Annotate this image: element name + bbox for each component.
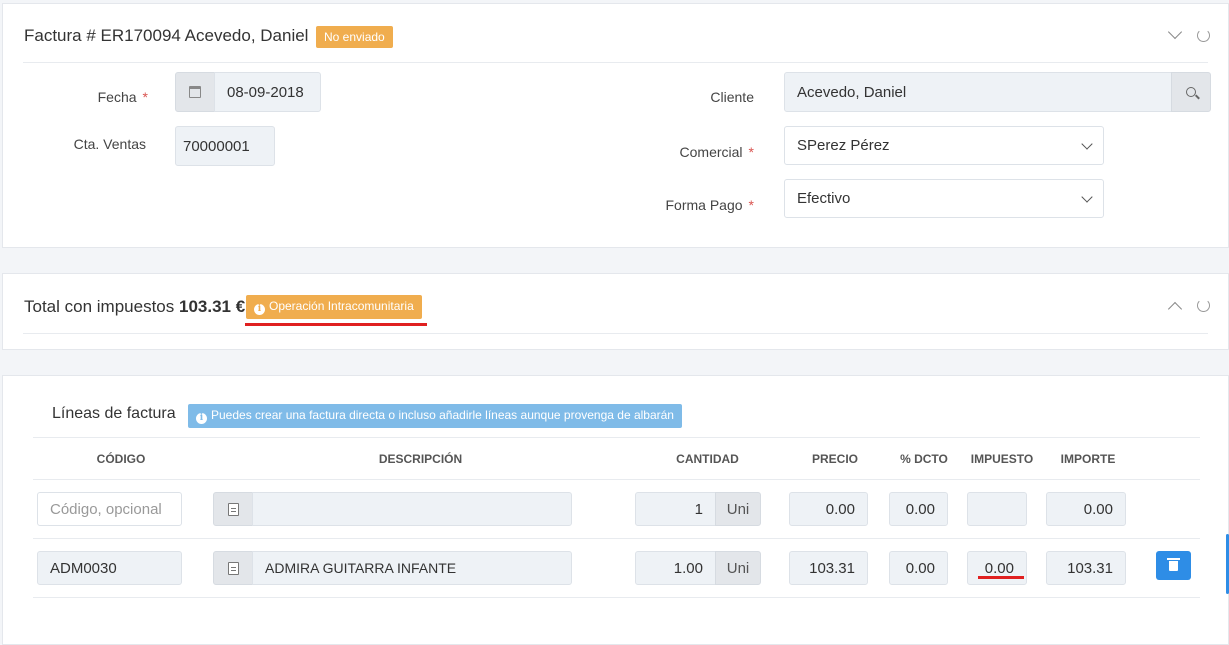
- header-dcto: % DCTO: [900, 452, 948, 466]
- totals-title: Total con impuestos 103.31 €: [24, 297, 246, 316]
- highlight-underline: [978, 576, 1024, 579]
- header-cantidad: CANTIDAD: [676, 452, 739, 466]
- document-icon[interactable]: [213, 492, 253, 526]
- calendar-icon[interactable]: [175, 72, 215, 112]
- divider: [33, 597, 1200, 598]
- info-icon: i: [254, 304, 265, 315]
- new-unit-label: Uni: [715, 492, 761, 526]
- cliente-input[interactable]: Acevedo, Daniel: [784, 72, 1172, 112]
- refresh-icon[interactable]: [1197, 29, 1210, 42]
- divider: [33, 479, 1200, 480]
- refresh-icon[interactable]: [1197, 299, 1210, 312]
- invoice-title: Factura # ER170094 Acevedo, Daniel: [24, 26, 309, 45]
- chevron-down-icon: [1081, 190, 1093, 203]
- new-descripcion-input[interactable]: [252, 492, 572, 526]
- divider: [23, 333, 1208, 334]
- invoice-header-panel: Factura # ER170094 Acevedo, Daniel No en…: [2, 3, 1229, 248]
- divider: [33, 437, 1200, 438]
- forma-pago-label: Forma Pago *: [665, 197, 755, 213]
- new-precio-input[interactable]: 0.00: [789, 492, 868, 526]
- highlight-underline: [245, 323, 427, 326]
- new-codigo-input[interactable]: Código, opcional: [37, 492, 182, 526]
- fecha-label: Fecha *: [97, 89, 148, 105]
- header-codigo: CÓDIGO: [96, 452, 146, 466]
- codigo-input[interactable]: ADM0030: [37, 551, 182, 585]
- delete-line-button[interactable]: [1156, 551, 1191, 580]
- impuesto-input[interactable]: 0.00: [967, 551, 1027, 585]
- cliente-label: Cliente: [710, 89, 754, 105]
- forma-pago-select[interactable]: Efectivo: [784, 179, 1104, 218]
- totals-panel: Total con impuestos 103.31 € i Operación …: [2, 273, 1229, 350]
- lines-info-badge: i Puedes crear una factura directa o incl…: [188, 404, 682, 428]
- divider: [23, 62, 1208, 63]
- search-icon[interactable]: [1171, 72, 1211, 112]
- lines-title: Líneas de factura: [52, 405, 176, 422]
- fecha-input[interactable]: 08-09-2018: [214, 72, 321, 112]
- comercial-label: Comercial *: [679, 144, 754, 160]
- trash-icon: [1167, 557, 1180, 571]
- invoice-lines-panel: Líneas de factura i Puedes crear una fact…: [2, 375, 1229, 645]
- comercial-select[interactable]: SPerez Pérez: [784, 126, 1104, 165]
- comercial-value: SPerez Pérez: [797, 137, 890, 154]
- header-descripcion: DESCRIPCIÓN: [378, 452, 463, 466]
- document-icon[interactable]: [213, 551, 253, 585]
- header-precio: PRECIO: [811, 452, 858, 466]
- new-importe-input[interactable]: 0.00: [1046, 492, 1126, 526]
- new-cantidad-input[interactable]: 1: [635, 492, 716, 526]
- new-impuesto-input[interactable]: [967, 492, 1027, 526]
- intracomunitaria-badge: i Operación Intracomunitaria: [246, 295, 422, 319]
- divider: [33, 538, 1200, 539]
- chevron-down-icon[interactable]: [1167, 24, 1183, 40]
- cantidad-input[interactable]: 1.00: [635, 551, 716, 585]
- info-icon: i: [196, 413, 207, 424]
- precio-input[interactable]: 103.31: [789, 551, 868, 585]
- chevron-up-icon[interactable]: [1167, 301, 1183, 317]
- importe-input[interactable]: 103.31: [1046, 551, 1126, 585]
- total-amount: 103.31 €: [178, 297, 246, 316]
- cta-ventas-label: Cta. Ventas: [73, 136, 146, 152]
- status-badge: No enviado: [316, 26, 393, 48]
- descripcion-input[interactable]: ADMIRA GUITARRA INFANTE: [252, 551, 572, 585]
- unit-label: Uni: [715, 551, 761, 585]
- dcto-input[interactable]: 0.00: [889, 551, 948, 585]
- header-impuesto: IMPUESTO: [970, 452, 1034, 466]
- forma-pago-value: Efectivo: [797, 190, 851, 207]
- chevron-down-icon: [1081, 137, 1093, 150]
- new-dcto-input[interactable]: 0.00: [889, 492, 948, 526]
- cta-ventas-input[interactable]: 70000001: [175, 126, 275, 166]
- header-importe: IMPORTE: [1060, 452, 1116, 466]
